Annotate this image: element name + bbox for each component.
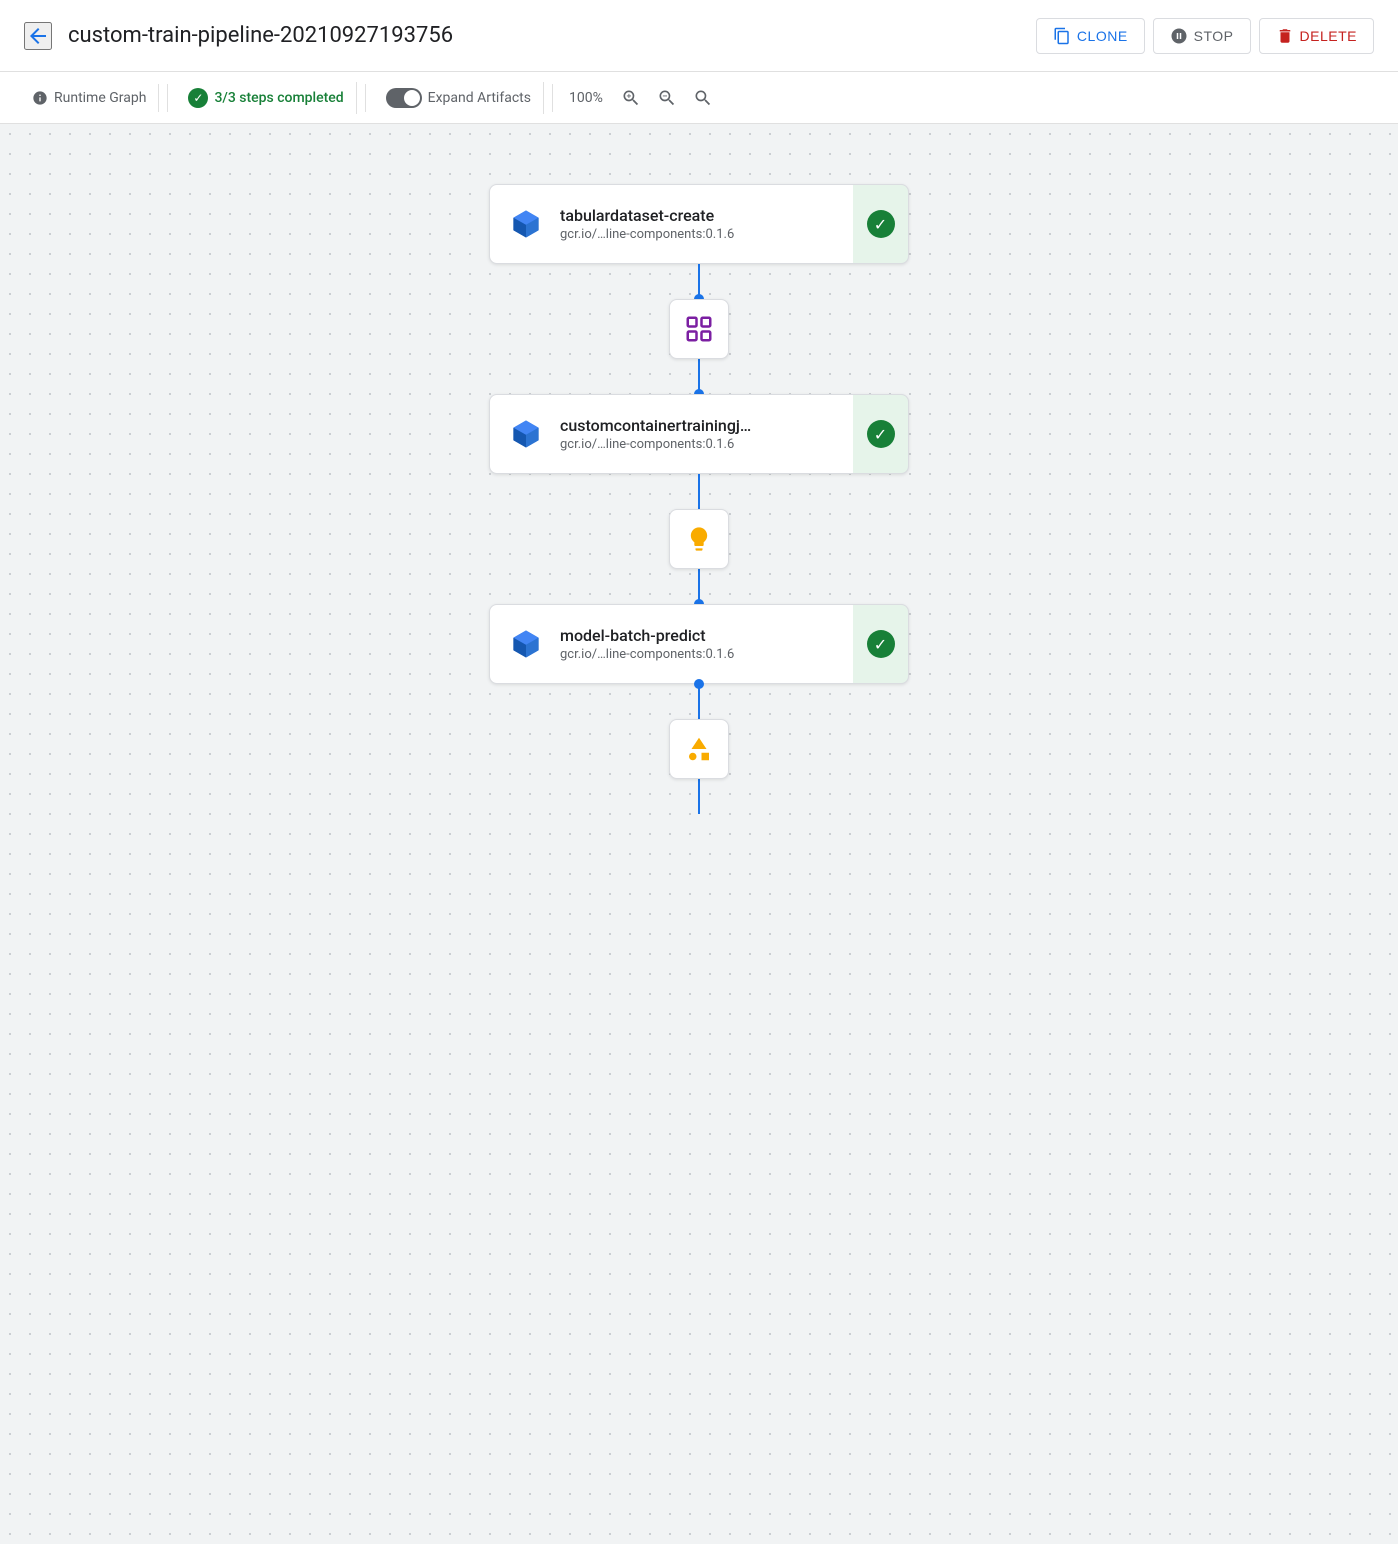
runtime-graph-label: Runtime Graph: [54, 90, 146, 106]
artifact-dataset[interactable]: [669, 299, 729, 359]
node-model-batch-predict[interactable]: model-batch-predict gcr.io/…line-compone…: [489, 604, 909, 684]
node3-status: ✓: [853, 604, 909, 684]
back-button[interactable]: [24, 22, 52, 50]
divider3: [552, 84, 553, 112]
node3-icon: [506, 624, 546, 664]
toggle-knob: [404, 90, 420, 106]
line1a: [698, 264, 700, 299]
line1b: [698, 359, 700, 394]
node-tabulardataset-create[interactable]: tabulardataset-create gcr.io/…line-compo…: [489, 184, 909, 264]
line3a: [698, 684, 700, 719]
connector2: [669, 474, 729, 604]
node3-subtitle: gcr.io/…line-components:0.1.6: [560, 647, 892, 662]
node2-name: customcontainertrainingj…: [560, 416, 892, 435]
node2-subtitle: gcr.io/…line-components:0.1.6: [560, 437, 892, 452]
clone-label: CLONE: [1077, 28, 1128, 44]
dot4: [694, 679, 704, 689]
zoom-level: 100%: [561, 90, 611, 106]
steps-completed: ✓ 3/3 steps completed: [176, 82, 356, 114]
divider1: [167, 84, 168, 112]
line2a: [698, 474, 700, 509]
delete-label: DELETE: [1300, 28, 1357, 44]
node-customcontainertraining[interactable]: customcontainertrainingj… gcr.io/…line-c…: [489, 394, 909, 474]
node1-subtitle: gcr.io/…line-components:0.1.6: [560, 227, 892, 242]
line2b: [698, 569, 700, 604]
expand-artifacts-label: Expand Artifacts: [428, 90, 531, 106]
node2-icon: [506, 414, 546, 454]
node3-check: ✓: [867, 630, 895, 658]
zoom-out-button[interactable]: [651, 82, 683, 114]
steps-check-icon: ✓: [188, 88, 208, 108]
zoom-reset-button[interactable]: [687, 82, 719, 114]
connector1: [669, 264, 729, 394]
node1-name: tabulardataset-create: [560, 206, 892, 225]
page-title: custom-train-pipeline-20210927193756: [68, 23, 1020, 48]
node1-text: tabulardataset-create gcr.io/…line-compo…: [560, 206, 892, 242]
delete-button[interactable]: DELETE: [1259, 18, 1374, 54]
steps-completed-label: 3/3 steps completed: [214, 90, 343, 106]
clone-button[interactable]: CLONE: [1036, 18, 1145, 54]
node3-text: model-batch-predict gcr.io/…line-compone…: [560, 626, 892, 662]
node2-status: ✓: [853, 394, 909, 474]
header: custom-train-pipeline-20210927193756 CLO…: [0, 0, 1398, 72]
stop-button[interactable]: STOP: [1153, 18, 1251, 54]
runtime-graph-tab[interactable]: Runtime Graph: [20, 84, 159, 112]
header-actions: CLONE STOP DELETE: [1036, 18, 1374, 54]
zoom-in-button[interactable]: [615, 82, 647, 114]
node2-check: ✓: [867, 420, 895, 448]
divider2: [365, 84, 366, 112]
node1-icon: [506, 204, 546, 244]
artifact-output[interactable]: [669, 719, 729, 779]
expand-artifacts-toggle-container: Expand Artifacts: [374, 82, 544, 114]
node1-check: ✓: [867, 210, 895, 238]
stop-label: STOP: [1194, 28, 1234, 44]
pipeline-canvas: tabulardataset-create gcr.io/…line-compo…: [0, 124, 1398, 1544]
expand-artifacts-toggle[interactable]: [386, 88, 422, 108]
artifact-model[interactable]: [669, 509, 729, 569]
pipeline: tabulardataset-create gcr.io/…line-compo…: [489, 184, 909, 814]
node3-name: model-batch-predict: [560, 626, 892, 645]
line3b: [698, 779, 700, 814]
node1-status: ✓: [853, 184, 909, 264]
toolbar: Runtime Graph ✓ 3/3 steps completed Expa…: [0, 72, 1398, 124]
connector3: [669, 684, 729, 814]
node2-text: customcontainertrainingj… gcr.io/…line-c…: [560, 416, 892, 452]
